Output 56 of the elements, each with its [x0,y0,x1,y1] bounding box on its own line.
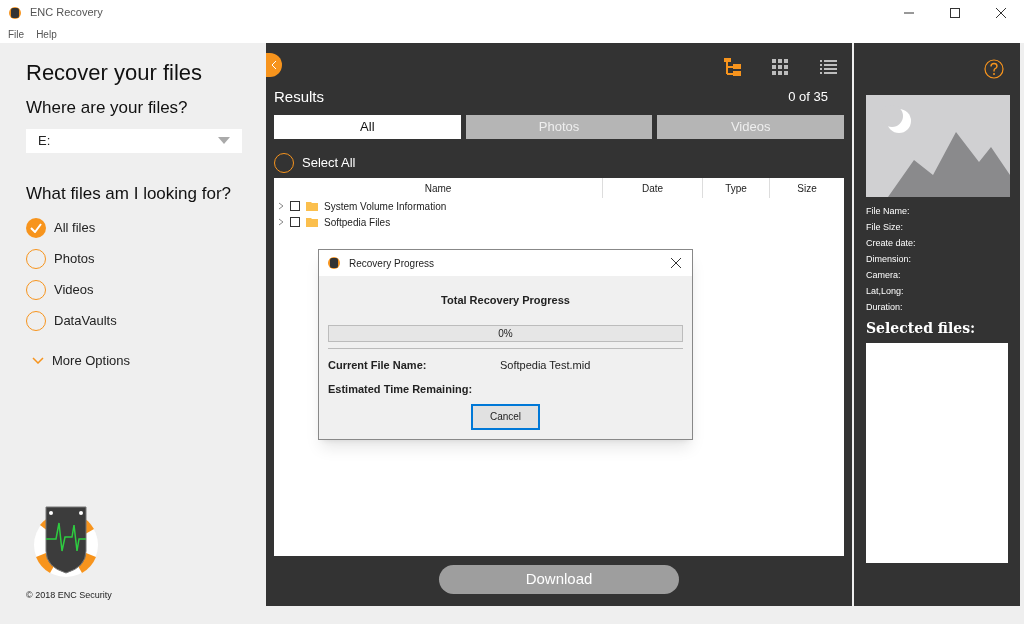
check-icon [30,223,42,233]
detail-label: File Name: [866,205,911,218]
page-heading: Recover your files [26,59,204,87]
radio-label: Photos [54,250,95,269]
maximize-icon [950,7,960,18]
detail-label: Dimension: [866,253,913,266]
row-checkbox[interactable] [290,201,300,211]
detail-label: Create date: [866,237,917,250]
close-icon [671,258,681,268]
window-title: ENC Recovery [30,5,103,21]
app-icon [8,5,22,20]
radio-label: DataVaults [54,312,117,331]
detail-label: Camera: [866,269,902,282]
radio-label: All files [54,219,96,238]
drive-dropdown[interactable]: E: [26,128,242,153]
dialog-title: Recovery Progress [349,256,435,271]
column-header[interactable]: Type [703,178,770,198]
radio-label: Videos [54,281,94,300]
selected-files-heading: Selected files: [866,319,977,338]
select-all-label: Select All [302,154,356,173]
dropdown-arrow-icon [218,137,230,144]
results-count: 0 of 35 [788,88,828,107]
folder-icon [306,201,318,211]
row-name: Softpedia Files [324,215,391,230]
app-icon [327,256,341,270]
copyright-text: © 2018 ENC Security [26,588,113,602]
section-heading: Where are your files? [26,97,189,119]
detail-label: Lat,Long: [866,285,905,298]
close-button[interactable] [668,255,684,271]
column-header[interactable]: Size [770,178,844,198]
section-heading: What files am I looking for? [26,182,233,205]
collapse-button[interactable] [266,53,282,77]
menu-item[interactable]: File [8,26,25,42]
folder-icon [306,217,318,227]
close-icon [996,7,1006,18]
field-label: Estimated Time Remaining: [328,382,474,397]
detail-label: Duration: [866,301,904,314]
field-value: Softpedia Test.mid [500,357,591,373]
row-checkbox[interactable] [290,217,300,227]
more-options-button[interactable]: More Options [26,351,242,371]
row-name: System Volume Information [324,199,447,214]
chevron-left-icon [271,60,277,70]
menu-item[interactable]: Help [36,26,57,42]
filter-tab[interactable]: All [274,115,461,139]
help-icon[interactable] [984,59,1004,79]
image-placeholder-icon [866,95,1010,197]
chevron-down-icon [32,357,44,365]
column-header[interactable]: Date [603,178,703,198]
radio-button[interactable] [26,218,46,238]
detail-label: File Size: [866,221,904,234]
field-label: Current File Name: [328,357,428,373]
column-header[interactable]: Name [274,178,603,198]
dialog-heading: Total Recovery Progress [440,293,571,308]
cancel-button[interactable]: Cancel [471,403,540,430]
results-title: Results [274,86,325,107]
progress-reading: 0% [497,326,514,341]
